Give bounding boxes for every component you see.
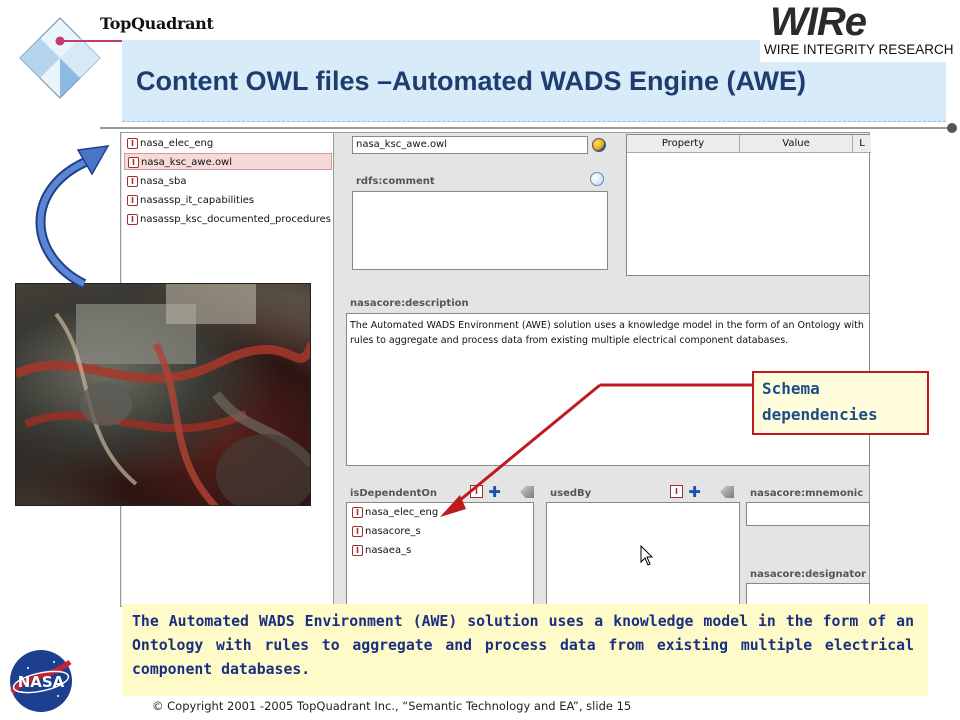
list-item[interactable]: Inasa_elec_eng (124, 135, 332, 152)
instance-icon: I (352, 526, 363, 537)
description-line: rules to aggregate and process data from… (350, 335, 789, 346)
callout-line: Schema (762, 379, 820, 398)
is-dependent-on-label: isDependentOn (350, 488, 437, 499)
list-item[interactable]: Inasa_ksc_awe.owl (124, 153, 332, 170)
title-divider (100, 127, 955, 129)
list-item[interactable]: Inasaea_s (349, 542, 411, 560)
list-item-label: nasacore_s (365, 526, 421, 537)
list-item-label: nasa_sba (140, 176, 187, 187)
comment-icon[interactable] (590, 172, 604, 186)
list-item-label: nasa_ksc_awe.owl (141, 157, 233, 168)
photo-detail (16, 284, 310, 505)
partner-logo-mark: WIRe (770, 0, 867, 44)
description-line: The Automated WADS Environment (AWE) sol… (350, 320, 864, 331)
mnemonic-label: nasacore:mnemonic (750, 488, 864, 499)
globe-icon[interactable] (592, 138, 606, 152)
list-item-label: nasassp_ksc_documented_procedures (140, 214, 331, 225)
list-item-label: nasaea_s (365, 545, 412, 556)
instance-icon: I (127, 214, 138, 225)
wiring-harness-photo (15, 283, 311, 506)
ontology-name-field[interactable]: nasa_ksc_awe.owl (352, 136, 588, 154)
list-item-label: nasa_elec_eng (365, 507, 439, 518)
rdfs-comment-label: rdfs:comment (356, 176, 435, 187)
list-item[interactable]: Inasacore_s (349, 523, 421, 541)
rdfs-comment-field[interactable] (352, 191, 608, 270)
property-table: Property Value L (626, 134, 871, 276)
footer-copyright: © Copyright 2001 -2005 TopQuadrant Inc.,… (152, 699, 632, 713)
instance-icon: I (127, 176, 138, 187)
callout-line: dependencies (762, 405, 878, 424)
list-item[interactable]: Inasa_sba (124, 173, 332, 190)
mnemonic-field[interactable] (746, 502, 870, 526)
instance-icon: I (352, 545, 363, 556)
list-item[interactable]: Inasassp_it_capabilities (124, 192, 332, 209)
divider-end-dot (947, 123, 957, 133)
list-item[interactable]: Inasa_elec_eng (349, 504, 438, 522)
partner-logo-subtitle: WIRE INTEGRITY RESEARCH (764, 42, 954, 57)
description-label: nasacore:description (350, 298, 469, 309)
curved-arrow (35, 145, 110, 288)
list-item-label: nasassp_it_capabilities (140, 195, 255, 206)
mouse-cursor-icon (640, 545, 654, 566)
list-item[interactable]: Inasassp_ksc_documented_procedures (124, 211, 332, 228)
instance-icon: I (128, 157, 139, 168)
callout-arrow (440, 383, 752, 517)
list-item-label: nasa_elec_eng (140, 138, 214, 149)
caption-box: The Automated WADS Environment (AWE) sol… (122, 604, 928, 696)
designator-label: nasacore:designator (750, 569, 867, 580)
instance-icon: I (127, 195, 138, 206)
column-header-lang[interactable]: L (853, 135, 871, 153)
schema-dependencies-callout: Schema dependencies (752, 371, 929, 435)
page-title: Content OWL files –Automated WADS Engine… (136, 66, 807, 96)
column-header-property[interactable]: Property (627, 135, 740, 153)
company-logo-text: TopQuadrant (100, 14, 214, 33)
svg-text:NASA: NASA (18, 673, 65, 691)
instance-icon: I (127, 138, 138, 149)
instance-icon: I (352, 507, 363, 518)
nasa-logo: NASA (10, 650, 72, 712)
column-header-value[interactable]: Value (740, 135, 853, 153)
